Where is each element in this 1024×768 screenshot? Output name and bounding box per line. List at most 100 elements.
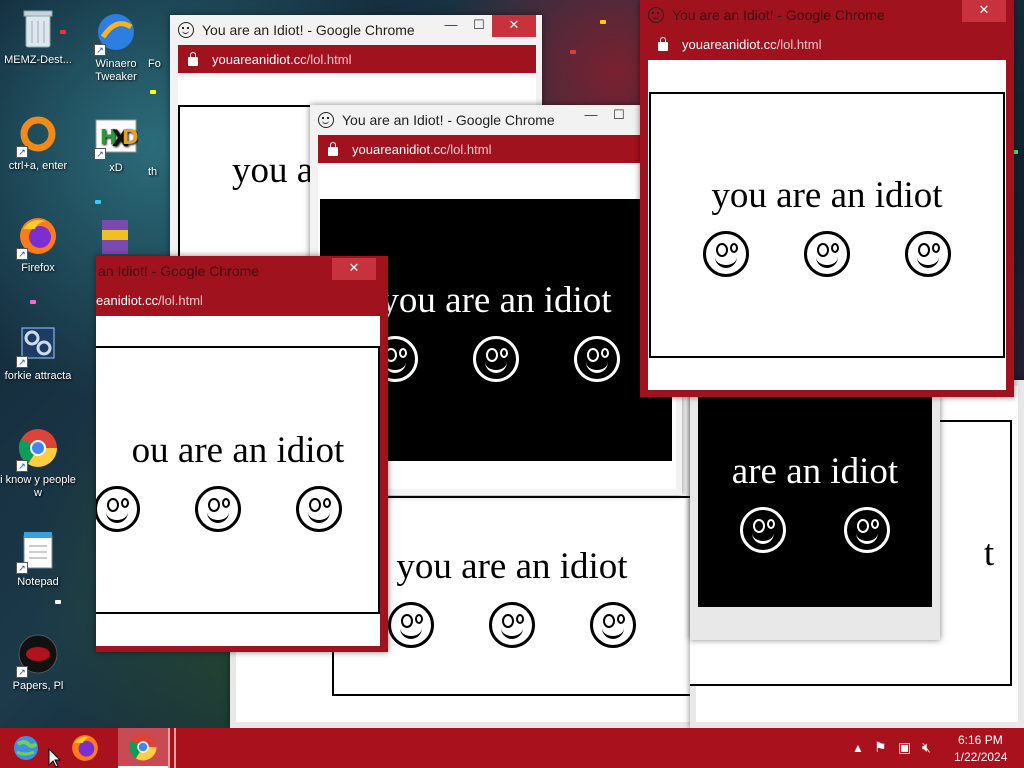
desktop-icon-label: Papers, Pl bbox=[12, 680, 64, 692]
shortcut-arrow-icon: ↗ bbox=[16, 666, 28, 678]
maximize-button[interactable]: ☐ bbox=[464, 15, 494, 37]
desktop-icon-chrome[interactable]: ↗ i know y people w bbox=[0, 426, 76, 500]
shortcut-arrow-icon: ↗ bbox=[16, 460, 28, 472]
idiot-frame: ou are an idiot bbox=[96, 346, 380, 614]
smiley-icon bbox=[195, 485, 241, 532]
lock-icon bbox=[658, 36, 668, 51]
idiot-message: ou are an idiot bbox=[131, 429, 345, 471]
close-button[interactable]: ✕ bbox=[492, 15, 536, 37]
window-title: You are an Idiot! - Google Chrome bbox=[342, 112, 555, 128]
desktop-icon-label: Winaero Tweaker bbox=[95, 58, 137, 83]
close-button[interactable]: ✕ bbox=[962, 0, 1006, 22]
address-bar[interactable]: youareanidiot.cc/lol.html bbox=[178, 45, 536, 73]
desktop-icon-forkie[interactable]: ↗ forkie attracta bbox=[0, 322, 76, 383]
smiley-icon bbox=[905, 230, 951, 277]
smiley-row bbox=[388, 601, 636, 648]
svg-text:D: D bbox=[122, 125, 138, 149]
confetti bbox=[570, 50, 576, 54]
shortcut-arrow-icon: ↗ bbox=[16, 562, 28, 574]
smiley-icon bbox=[296, 485, 342, 532]
idiot-message: you are an idiot bbox=[396, 545, 628, 587]
minimize-button[interactable]: — bbox=[436, 15, 466, 37]
firefox-icon bbox=[72, 735, 98, 761]
url-domain: youareanidiot.cc bbox=[212, 51, 307, 67]
smiley-icon bbox=[574, 335, 620, 382]
confetti bbox=[30, 300, 36, 304]
idiot-message: you a bbox=[232, 149, 314, 191]
desktop-icon-winrar[interactable] bbox=[90, 214, 140, 262]
smiley-row bbox=[740, 506, 890, 553]
chrome-icon bbox=[129, 733, 157, 761]
clock-date[interactable]: 1/22/2024 bbox=[954, 750, 1007, 764]
desktop-icon-label: MEMZ-Dest... bbox=[4, 54, 72, 66]
shortcut-arrow-icon: ↗ bbox=[16, 248, 28, 260]
archive-icon bbox=[93, 214, 137, 258]
taskbar-stacked-windows[interactable] bbox=[168, 728, 176, 768]
url-domain: youareanidiot.cc bbox=[352, 141, 447, 157]
page-area: you are an idiot bbox=[648, 60, 1006, 390]
smiley-icon bbox=[740, 506, 786, 553]
idiot-message: are an idiot bbox=[731, 450, 899, 492]
url-path: /lol.html bbox=[776, 36, 822, 52]
clock-time[interactable]: 6:16 PM bbox=[958, 733, 1003, 747]
smiley-icon bbox=[388, 601, 434, 648]
taskbar: ▲ ⚑ ▣ 🔇︎ 6:16 PM 1/22/2024 bbox=[0, 728, 1024, 768]
url-domain: youareanidiot.cc bbox=[682, 36, 777, 52]
ring-icon: ↗ bbox=[16, 112, 60, 158]
url-path: /lol.html bbox=[306, 51, 352, 67]
smiley-icon bbox=[703, 230, 749, 277]
settings-icon: ↗ bbox=[16, 322, 60, 368]
maximize-button[interactable]: ☐ bbox=[604, 105, 634, 127]
desktop-icon-papers-please[interactable]: ↗ Papers, Pl bbox=[0, 632, 76, 693]
url-path: /lol.html bbox=[158, 292, 203, 308]
smiley-favicon-icon bbox=[648, 7, 664, 23]
desktop-icon-label: forkie attracta bbox=[4, 370, 72, 382]
desktop-icon-label: ctrl+a, enter bbox=[8, 160, 68, 172]
volume-muted-icon[interactable]: 🔇︎ bbox=[922, 739, 931, 756]
close-button[interactable]: ✕ bbox=[332, 258, 376, 280]
desktop-icon-memz[interactable]: MEMZ-Dest... bbox=[0, 6, 76, 67]
address-bar[interactable]: eanidiot.cc/lol.html bbox=[96, 286, 380, 314]
idiot-frame: you are an idiot bbox=[649, 92, 1005, 358]
papers-please-icon: ↗ bbox=[16, 632, 60, 678]
url-path: /lol.html bbox=[446, 141, 492, 157]
smiley-favicon-icon bbox=[318, 112, 334, 128]
shortcut-arrow-icon: ↗ bbox=[94, 44, 106, 56]
chrome-icon: ↗ bbox=[16, 426, 60, 472]
hxd-icon: HXD ↗ bbox=[94, 114, 138, 160]
taskbar-firefox[interactable] bbox=[62, 728, 108, 768]
smiley-icon bbox=[96, 485, 140, 532]
winaero-icon: ↗ bbox=[94, 10, 138, 56]
desktop-icon-notepad[interactable]: ↗ Notepad bbox=[0, 528, 76, 589]
address-bar[interactable]: youareanidiot.cc/lol.html bbox=[648, 30, 1006, 58]
desktop-icon-label: i know y people w bbox=[0, 474, 76, 499]
show-hidden-icons-button[interactable]: ▲ bbox=[852, 741, 864, 755]
minimize-button[interactable]: — bbox=[576, 105, 606, 127]
desktop-icon-hxd[interactable]: HXD ↗ xD bbox=[78, 114, 154, 175]
shortcut-arrow-icon: ↗ bbox=[16, 356, 28, 368]
page-area: ou are an idiot bbox=[96, 316, 380, 646]
smiley-icon bbox=[590, 601, 636, 648]
window-title: an Idiot! - Google Chrome bbox=[98, 263, 260, 279]
confetti bbox=[55, 600, 61, 604]
desktop-icon-label: Firefox bbox=[21, 262, 55, 274]
desktop-icon-ctrl-a-enter[interactable]: ↗ ctrl+a, enter bbox=[0, 112, 76, 173]
desktop-icon-winaero[interactable]: ↗ Winaero Tweaker bbox=[78, 10, 154, 84]
smiley-favicon-icon bbox=[178, 22, 194, 38]
smiley-icon bbox=[844, 506, 890, 553]
start-button[interactable] bbox=[4, 728, 48, 768]
window-title: You are an Idiot! - Google Chrome bbox=[202, 22, 415, 38]
chrome-window[interactable]: You are an Idiot! - Google Chrome ✕ youa… bbox=[640, 0, 1014, 397]
desktop-icon-firefox[interactable]: ↗ Firefox bbox=[0, 214, 76, 275]
flag-icon[interactable]: ⚑ bbox=[874, 739, 887, 756]
address-bar[interactable]: youareanidiot.cc/lol.html bbox=[318, 135, 674, 163]
confetti bbox=[600, 20, 606, 24]
taskbar-chrome[interactable] bbox=[118, 728, 168, 768]
background-window[interactable]: are an idiot bbox=[690, 395, 940, 640]
shortcut-arrow-icon: ↗ bbox=[16, 146, 28, 158]
chrome-window[interactable]: an Idiot! - Google Chrome ✕ eanidiot.cc /… bbox=[96, 256, 388, 652]
smiley-icon bbox=[804, 230, 850, 277]
network-icon[interactable]: ▣ bbox=[898, 739, 911, 756]
title-bar[interactable]: You are an Idiot! - Google Chrome bbox=[640, 0, 1014, 30]
windows-globe-icon bbox=[14, 736, 38, 760]
